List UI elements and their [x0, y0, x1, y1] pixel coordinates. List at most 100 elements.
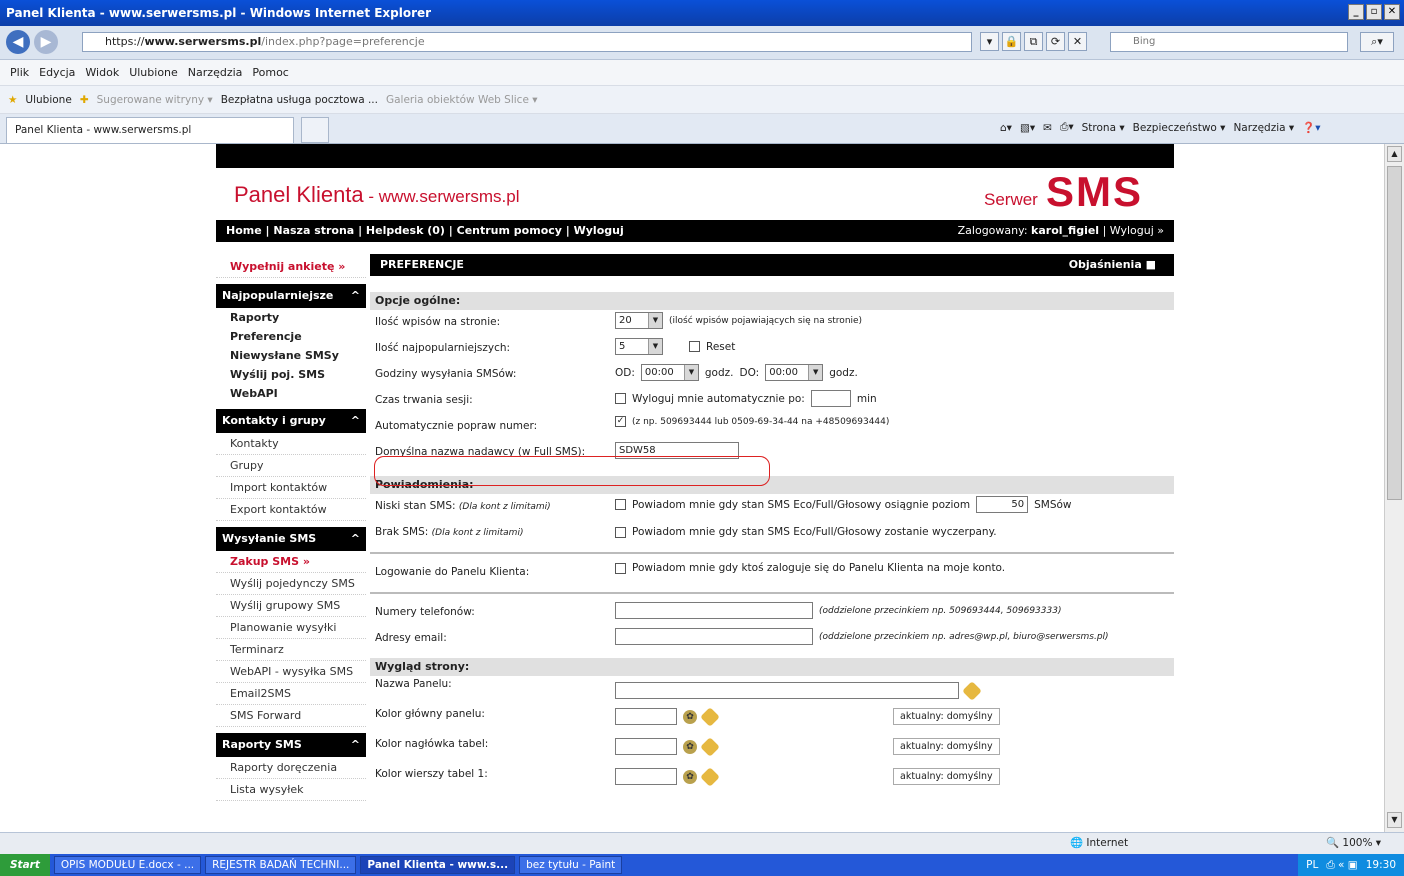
zoom-control[interactable]: 🔍 100% ▾: [1326, 836, 1381, 849]
sidebar-item-wyslij-poj[interactable]: Wyślij poj. SMS: [216, 365, 366, 384]
site-nav[interactable]: Home | Nasza strona | Helpdesk (0) | Cen…: [216, 220, 1174, 242]
session-minutes-input[interactable]: [810, 390, 851, 407]
reset-checkbox[interactable]: [689, 341, 700, 352]
menu-edit[interactable]: Edycja: [39, 66, 75, 79]
task-word[interactable]: OPIS MODUŁU E.docx - ...: [53, 856, 202, 874]
session-checkbox[interactable]: [615, 393, 626, 404]
chevron-up-icon[interactable]: ^: [351, 409, 360, 433]
sidebar-head-popular[interactable]: Najpopularniejsze ^: [216, 284, 366, 308]
address-bar[interactable]: https://www.serwersms.pl/index.php?page=…: [82, 32, 972, 52]
od-select[interactable]: 00:00 ▼: [640, 364, 699, 381]
start-button[interactable]: Start: [0, 854, 50, 876]
palette-icon[interactable]: ✿: [683, 739, 697, 754]
main-color-input[interactable]: [615, 708, 677, 725]
lock-icon[interactable]: 🔒: [1002, 32, 1021, 51]
sidebar-item-niewyslane[interactable]: Niewysłane SMSy: [216, 346, 366, 365]
menu-help[interactable]: Pomoc: [252, 66, 288, 79]
stop-icon[interactable]: ✕: [1068, 32, 1087, 51]
vertical-scrollbar[interactable]: ▲ ▼: [1384, 144, 1404, 832]
panel-name-input[interactable]: [615, 682, 959, 699]
fav-suggested[interactable]: Sugerowane witryny ▾: [97, 94, 213, 106]
chevron-up-icon[interactable]: ^: [351, 527, 360, 551]
mail-icon[interactable]: ✉: [1043, 122, 1052, 134]
pencil-icon[interactable]: [700, 766, 720, 787]
favorites-star-icon[interactable]: ★: [8, 94, 17, 106]
pencil-icon[interactable]: [700, 706, 720, 727]
header-color-input[interactable]: [615, 738, 677, 755]
sidebar-item-preferencje[interactable]: Preferencje: [216, 327, 366, 346]
per-page-select[interactable]: 20 ▼: [615, 312, 663, 329]
favorites-button[interactable]: Ulubione: [25, 94, 71, 106]
compat-icon[interactable]: ⧉: [1024, 32, 1043, 51]
survey-link[interactable]: Wypełnij ankietę »: [216, 254, 366, 278]
menu-file[interactable]: Plik: [10, 66, 29, 79]
fav-mail[interactable]: Bezpłatna usługa pocztowa ...: [221, 94, 378, 106]
sidebar-item-webapi-wysylka[interactable]: WebAPI - wysyłka SMS: [216, 661, 366, 683]
no-sms-checkbox[interactable]: [615, 526, 626, 538]
pencil-icon[interactable]: [962, 680, 982, 701]
emails-input[interactable]: [615, 628, 813, 645]
fav-webslice[interactable]: Galeria obiektów Web Slice ▾: [386, 94, 538, 106]
sidebar-item-export[interactable]: Export kontaktów: [216, 499, 366, 521]
low-sms-checkbox[interactable]: [615, 499, 626, 510]
sidebar-head-contacts[interactable]: Kontakty i grupy ^: [216, 409, 366, 433]
sidebar-head-sending[interactable]: Wysyłanie SMS ^: [216, 527, 366, 551]
close-button[interactable]: ✕: [1384, 4, 1400, 20]
sidebar-item-import[interactable]: Import kontaktów: [216, 477, 366, 499]
feeds-icon[interactable]: ▧▾: [1020, 122, 1035, 134]
task-paint[interactable]: bez tytułu - Paint: [519, 856, 623, 874]
popular-select[interactable]: 5 ▼: [615, 338, 663, 355]
forward-button[interactable]: ▶: [34, 30, 58, 54]
cmd-narzedzia[interactable]: Narzędzia ▾: [1233, 122, 1294, 134]
sidebar-item-raporty[interactable]: Raporty: [216, 308, 366, 327]
minimize-button[interactable]: _: [1348, 4, 1364, 20]
new-tab-button[interactable]: [301, 117, 329, 143]
add-favorite-icon[interactable]: ✚: [80, 94, 89, 106]
back-button[interactable]: ◀: [6, 30, 30, 54]
sidebar-item-sms-forward[interactable]: SMS Forward: [216, 705, 366, 727]
palette-icon[interactable]: ✿: [683, 709, 697, 724]
menu-tools[interactable]: Narzędzia: [188, 66, 243, 79]
sidebar-item-terminarz[interactable]: Terminarz: [216, 639, 366, 661]
sidebar-item-raporty-doreczenia[interactable]: Raporty doręczenia: [216, 757, 366, 779]
dropdown-icon[interactable]: ▾: [980, 32, 999, 51]
search-button[interactable]: ⌕▾: [1360, 32, 1394, 52]
sidebar-item-zakup[interactable]: Zakup SMS »: [216, 551, 366, 573]
language-indicator[interactable]: PL: [1306, 854, 1318, 876]
sidebar-item-grupy[interactable]: Grupy: [216, 455, 366, 477]
home-icon[interactable]: ⌂▾: [1000, 122, 1012, 134]
palette-icon[interactable]: ✿: [683, 769, 697, 784]
task-rejestr[interactable]: REJESTR BADAŃ TECHNI...: [205, 856, 357, 874]
refresh-icon[interactable]: ⟳: [1046, 32, 1065, 51]
site-nav-links[interactable]: Home | Nasza strona | Helpdesk (0) | Cen…: [226, 224, 624, 237]
scroll-up-icon[interactable]: ▲: [1387, 146, 1402, 162]
sidebar-item-webapi[interactable]: WebAPI: [216, 384, 366, 403]
sidebar-item-lista-wysylek[interactable]: Lista wysyłek: [216, 779, 366, 801]
sidebar-item-wyslij-grupowy[interactable]: Wyślij grupowy SMS: [216, 595, 366, 617]
menu-favorites[interactable]: Ulubione: [129, 66, 178, 79]
help-icon[interactable]: ❓▾: [1302, 121, 1320, 134]
pencil-icon[interactable]: [700, 736, 720, 757]
scroll-thumb[interactable]: [1387, 166, 1402, 500]
search-input[interactable]: Bing: [1110, 32, 1348, 52]
sidebar-head-reports[interactable]: Raporty SMS ^: [216, 733, 366, 757]
maximize-button[interactable]: ▫: [1366, 4, 1382, 20]
cmd-strona[interactable]: Strona ▾: [1082, 122, 1125, 134]
login-notify-checkbox[interactable]: [615, 562, 626, 574]
do-select[interactable]: 00:00 ▼: [765, 364, 824, 381]
low-sms-level-input[interactable]: 50: [976, 496, 1029, 513]
chevron-up-icon[interactable]: ^: [351, 284, 360, 308]
sidebar-item-kontakty[interactable]: Kontakty: [216, 433, 366, 455]
tray-icons[interactable]: ⎙ « ▣: [1326, 854, 1357, 876]
user-info[interactable]: Zalogowany: karol_figiel | Wyloguj »: [958, 220, 1164, 242]
scroll-down-icon[interactable]: ▼: [1387, 812, 1402, 828]
sidebar-item-email2sms[interactable]: Email2SMS: [216, 683, 366, 705]
menu-view[interactable]: Widok: [85, 66, 119, 79]
sidebar-item-planowanie[interactable]: Planowanie wysyłki: [216, 617, 366, 639]
task-ie[interactable]: Panel Klienta - www.s...: [360, 856, 516, 874]
fix-number-checkbox[interactable]: ✓: [615, 416, 626, 427]
help-link[interactable]: Objaśnienia ■: [1069, 254, 1156, 276]
phones-input[interactable]: [615, 602, 813, 619]
chevron-up-icon[interactable]: ^: [351, 733, 360, 757]
sidebar-item-wyslij-pojedynczy[interactable]: Wyślij pojedynczy SMS: [216, 573, 366, 595]
